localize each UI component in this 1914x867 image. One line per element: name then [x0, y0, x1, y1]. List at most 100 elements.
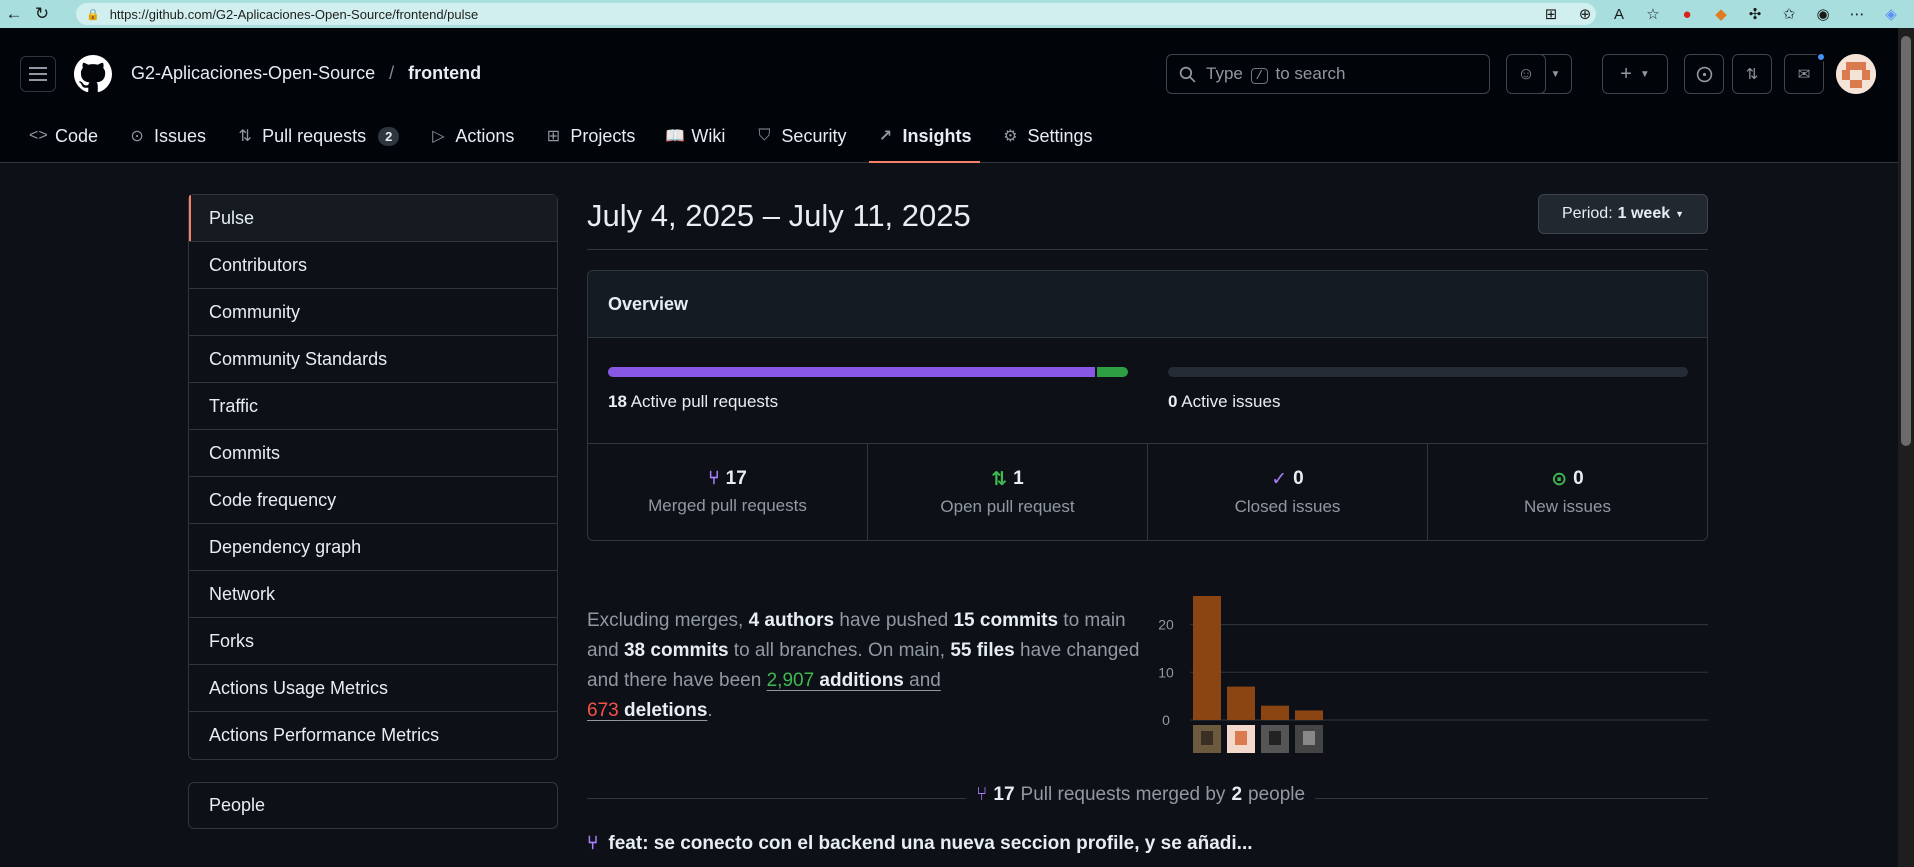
- stat-merged-prs[interactable]: ⑂ 17 Merged pull requests: [588, 444, 868, 540]
- period-label: Period:: [1561, 205, 1613, 222]
- repo-tabs: <> Code ⊙ Issues ⇅ Pull requests 2 ▷ Actions …: [22, 118, 1116, 163]
- sidebar-item-forks[interactable]: Forks: [189, 618, 557, 665]
- stat-new-issues[interactable]: ⊙ 0 New issues: [1428, 444, 1707, 540]
- plus-icon: +: [1620, 62, 1632, 85]
- commit-bar[interactable]: [1261, 705, 1289, 720]
- create-new-button[interactable]: + ▼: [1602, 54, 1668, 94]
- pr-merged-caption: ⑂ 17 Pull requests merged by 2 people: [966, 784, 1316, 806]
- puzzle-icon[interactable]: ✣: [1740, 0, 1770, 28]
- contributor-avatar-icon[interactable]: [1227, 725, 1255, 753]
- merged-pr-item[interactable]: ⑂ feat: se conecto con el backend una nu…: [587, 833, 1253, 855]
- inbox-icon: ✉: [1797, 66, 1811, 83]
- search-placeholder: Type / to search: [1206, 64, 1346, 84]
- opera-icon[interactable]: ●: [1672, 0, 1702, 28]
- period-value: 1 week: [1617, 205, 1671, 222]
- overview-bars: 18 Active pull requests 0 Active issues: [588, 338, 1707, 444]
- sidebar-item-network[interactable]: Network: [189, 571, 557, 618]
- y-tick-label: 10: [1158, 664, 1174, 680]
- pr-title[interactable]: feat: se conecto con el backend una nuev…: [608, 833, 1252, 855]
- sidebar-item-code-frequency[interactable]: Code frequency: [189, 477, 557, 524]
- sidebar-item-contributors[interactable]: Contributors: [189, 242, 557, 289]
- sidebar-item-community[interactable]: Community: [189, 289, 557, 336]
- tab-settings[interactable]: ⚙ Settings: [994, 118, 1101, 154]
- active-prs-label[interactable]: 18 Active pull requests: [608, 392, 778, 412]
- zoom-icon[interactable]: ⊕: [1570, 0, 1600, 28]
- graph-icon: ↗: [878, 128, 893, 145]
- profile-icon[interactable]: ◉: [1808, 0, 1838, 28]
- menu-button[interactable]: [20, 56, 56, 92]
- stat-closed-issues[interactable]: ✓ 0 Closed issues: [1148, 444, 1428, 540]
- browser-extensions: ⊞ ⊕ A ☆ ● ◆ ✣ ✩ ◉ ⋯ ◈: [1536, 0, 1914, 28]
- breadcrumb-separator: /: [389, 63, 395, 83]
- commits-by-author-chart: 0 10 20: [1158, 596, 1708, 753]
- sidebar-item-traffic[interactable]: Traffic: [189, 383, 557, 430]
- address-bar[interactable]: 🔒 https://github.com/G2-Aplicaciones-Ope…: [76, 3, 1596, 25]
- code-icon: <>: [29, 127, 48, 144]
- commit-bar[interactable]: [1295, 710, 1323, 720]
- sidebar-item-pulse[interactable]: Pulse: [189, 195, 557, 242]
- tab-projects[interactable]: ⊞ Projects: [537, 118, 644, 154]
- back-icon[interactable]: ←: [0, 0, 28, 28]
- play-icon: ▷: [432, 128, 445, 145]
- period-dropdown-button[interactable]: Period: 1 week ▼: [1538, 194, 1708, 234]
- commits-all-count: 38 commits: [623, 640, 729, 661]
- sidebar-item-actions-usage-metrics[interactable]: Actions Usage Metrics: [189, 665, 557, 712]
- tab-security[interactable]: ⛉ Security: [748, 118, 855, 154]
- favorite-icon[interactable]: ☆: [1638, 0, 1668, 28]
- copilot-dropdown-button[interactable]: ▼: [1540, 54, 1572, 94]
- lock-icon: 🔒: [86, 8, 100, 21]
- sidebar-item-actions-performance-metrics[interactable]: Actions Performance Metrics: [189, 712, 557, 759]
- overview-title: Overview: [588, 271, 1707, 338]
- read-aloud-icon[interactable]: A: [1604, 0, 1634, 28]
- additions-link[interactable]: 2,907 additions and: [767, 670, 941, 691]
- sidebar-item-community-standards[interactable]: Community Standards: [189, 336, 557, 383]
- contributor-avatar-icon[interactable]: [1295, 725, 1323, 753]
- copilot-icon[interactable]: ◈: [1876, 0, 1906, 28]
- tab-code[interactable]: <> Code: [22, 118, 107, 154]
- repo-link[interactable]: frontend: [408, 63, 481, 84]
- issues-button[interactable]: [1684, 54, 1724, 94]
- avatar[interactable]: [1836, 54, 1876, 94]
- search-icon: [1179, 66, 1196, 83]
- collections-icon[interactable]: ✩: [1774, 0, 1804, 28]
- active-issues-label[interactable]: 0 Active issues: [1168, 392, 1280, 412]
- scrollbar-thumb[interactable]: [1901, 36, 1911, 446]
- pull-requests-button[interactable]: ⇅: [1732, 54, 1772, 94]
- more-icon[interactable]: ⋯: [1842, 0, 1872, 28]
- notification-dot: [1816, 52, 1826, 62]
- org-link[interactable]: G2-Aplicaciones-Open-Source: [131, 63, 375, 84]
- search-input[interactable]: Type / to search: [1166, 54, 1490, 94]
- merged-icon: ⑂: [976, 784, 988, 805]
- contributor-avatar-icon[interactable]: [1261, 725, 1289, 753]
- user-avatar-icon: [1836, 54, 1876, 94]
- sidebar-item-dependency-graph[interactable]: Dependency graph: [189, 524, 557, 571]
- issue-icon: [1696, 66, 1712, 82]
- reload-icon[interactable]: ↻: [28, 0, 56, 28]
- page-title: July 4, 2025 – July 11, 2025: [587, 198, 971, 233]
- merged-progress-fill: [608, 367, 1097, 377]
- deletions-link[interactable]: 673 deletions: [587, 700, 707, 721]
- commits-main-count: 15 commits: [953, 610, 1059, 631]
- pull-requests-progress-bar: [608, 367, 1128, 377]
- merged-icon: ⑂: [708, 468, 720, 489]
- github-logo-icon[interactable]: [74, 55, 112, 93]
- tab-insights[interactable]: ↗ Insights: [869, 118, 981, 163]
- tab-pull-requests[interactable]: ⇅ Pull requests 2: [229, 118, 408, 154]
- contributor-avatar-icon[interactable]: [1193, 725, 1221, 753]
- apps-icon[interactable]: ⊞: [1536, 0, 1566, 28]
- tab-issues[interactable]: ⊙ Issues: [121, 118, 215, 154]
- commit-bar[interactable]: [1193, 596, 1221, 720]
- extension-orange-icon[interactable]: ◆: [1706, 0, 1736, 28]
- insights-sidebar: Pulse Contributors Community Community S…: [188, 194, 558, 760]
- sidebar-item-commits[interactable]: Commits: [189, 430, 557, 477]
- overview-stats: ⑂ 17 Merged pull requests ⇅ 1 Open pull re…: [588, 444, 1707, 540]
- y-tick-label: 20: [1158, 617, 1174, 633]
- y-tick-label: 0: [1162, 712, 1170, 728]
- tab-actions[interactable]: ▷ Actions: [422, 118, 523, 154]
- stat-open-prs[interactable]: ⇅ 1 Open pull request: [868, 444, 1148, 540]
- gear-icon: ⚙: [1003, 128, 1018, 145]
- commit-bar[interactable]: [1227, 686, 1255, 720]
- sidebar-item-people[interactable]: People: [188, 782, 558, 829]
- tab-wiki[interactable]: 📖 Wiki: [658, 118, 734, 154]
- overview-box: Overview 18 Active pull requests 0 Activ…: [587, 270, 1708, 541]
